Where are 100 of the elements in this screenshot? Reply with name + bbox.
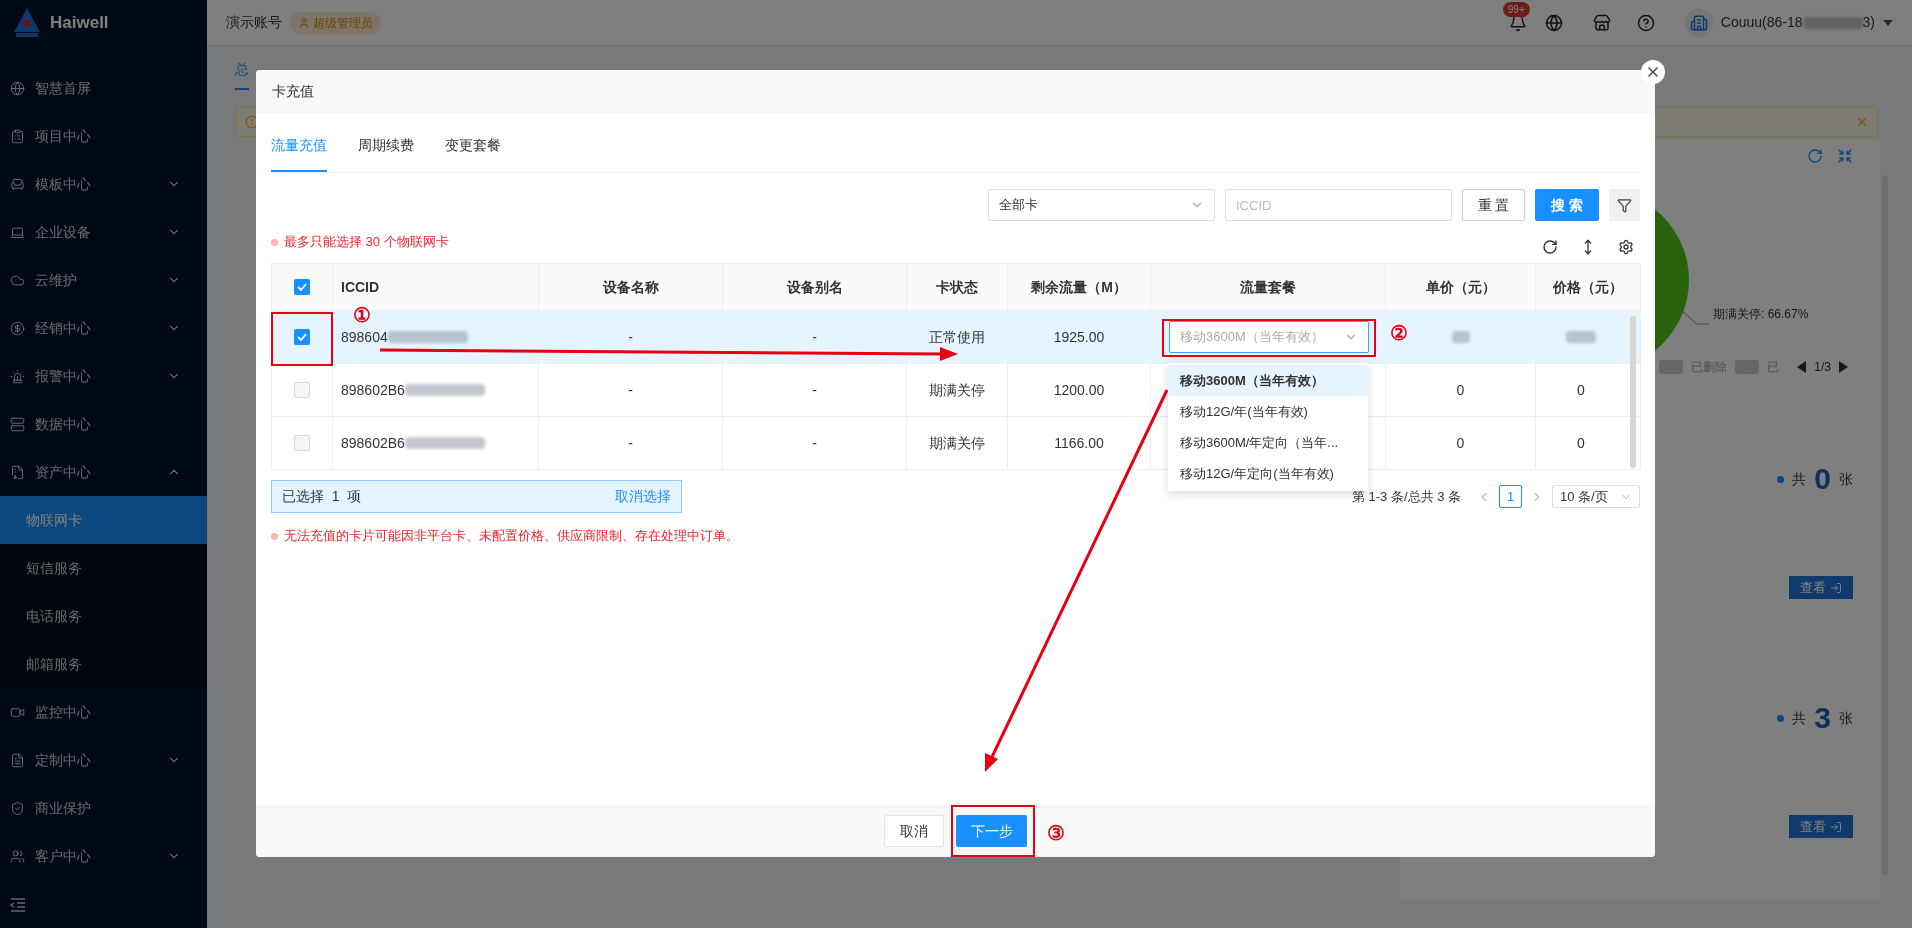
iccid-field[interactable]: ICCID (1225, 189, 1452, 221)
sidebar-item[interactable]: 模板中心 (0, 160, 207, 208)
sidebar-item[interactable]: 商业保护 (0, 784, 207, 832)
step-marker: ③ (1047, 821, 1065, 845)
sidebar-item[interactable]: 经销中心 (0, 304, 207, 352)
next-icon[interactable] (1839, 361, 1848, 373)
table-cell-text: 898602B6 (341, 380, 405, 400)
legend-swatch (1659, 360, 1684, 374)
step-marker: ② (1390, 321, 1408, 345)
user-icon (298, 16, 310, 29)
role-text: 超级管理员 (313, 14, 373, 32)
checkbox[interactable] (294, 382, 310, 398)
checkbox[interactable] (294, 435, 310, 451)
sidebar-item[interactable]: 企业设备 (0, 208, 207, 256)
page-tab[interactable]: 总 (235, 59, 249, 90)
building-icon (1689, 13, 1708, 32)
document-icon (10, 752, 25, 768)
warning-icon (245, 115, 259, 129)
table-cell-text: 0 (1577, 433, 1585, 453)
tab[interactable]: 流量充值 (271, 135, 327, 172)
dialog-title: 卡充值 (272, 82, 314, 101)
sidebar-item[interactable]: 定制中心 (0, 736, 207, 784)
archive-icon (10, 464, 25, 480)
refresh-icon[interactable] (1542, 239, 1558, 255)
notification-badge: 99+ (1502, 1, 1530, 17)
sidebar-subitem[interactable]: 物联网卡 (0, 496, 207, 544)
filter-icon (1617, 197, 1632, 213)
redacted-mark (1566, 331, 1596, 343)
chair-icon (10, 176, 25, 192)
legend-swatch (1735, 360, 1760, 374)
card-type-select[interactable]: 全部卡 (988, 189, 1215, 221)
collapse-icon[interactable] (10, 898, 26, 912)
pie-label: 期满关停: 66.67% (1713, 306, 1809, 323)
view-button[interactable]: 查看 (1789, 815, 1853, 838)
settings-icon[interactable] (1618, 239, 1634, 255)
dropdown-option[interactable]: 移动3600M/年定向（当年... (1168, 427, 1368, 458)
count-unit: 张 (1839, 708, 1853, 728)
logo-icon (14, 8, 40, 38)
checkbox[interactable] (294, 279, 310, 295)
search-button[interactable]: 搜 索 (1535, 189, 1599, 221)
clear-selection-link[interactable]: 取消选择 (615, 486, 671, 507)
check-icon (297, 283, 307, 291)
count-unit: 张 (1839, 469, 1853, 489)
dropdown-option[interactable]: 移动3600M（当年有效） (1168, 365, 1368, 396)
page-button[interactable]: 1 (1499, 485, 1522, 508)
count-prefix: 共 (1792, 469, 1807, 489)
sidebar-item[interactable]: 数据中心 (0, 400, 207, 448)
sidebar-item[interactable]: 项目中心 (0, 112, 207, 160)
scrollbar[interactable] (1630, 316, 1636, 468)
cancel-button[interactable]: 取消 (884, 815, 944, 847)
sidebar-subitem[interactable]: 邮箱服务 (0, 640, 207, 688)
sidebar-subitem[interactable]: 电话服务 (0, 592, 207, 640)
caret-icon[interactable] (1883, 19, 1893, 26)
table-cell-text: 898604 (341, 327, 388, 347)
table-cell-text: 898602B6 (341, 433, 405, 453)
sidebar-item[interactable]: 客户中心 (0, 832, 207, 880)
checkbox[interactable] (294, 329, 310, 345)
user-name-text: Couuu(86-18 (1720, 13, 1803, 32)
table-cell: 期满关停 (907, 417, 1008, 470)
page-size-select[interactable]: 10 条/页 (1552, 485, 1640, 508)
sidebar-subitem[interactable]: 短信服务 (0, 544, 207, 592)
globe-icon[interactable] (1544, 13, 1563, 32)
dropdown-option[interactable]: 移动12G/年定向(当年有效) (1168, 458, 1368, 489)
limit-note: 最多只能选择 30 个物联网卡 (284, 233, 449, 252)
enter-icon (1830, 820, 1842, 833)
sidebar-item[interactable]: 资产中心 (0, 448, 207, 496)
sidebar-item[interactable]: 监控中心 (0, 688, 207, 736)
check-icon (297, 333, 307, 341)
footnote: 无法充值的卡片可能因非平台卡、未配置价格、供应商限制、存在处理中订单。 (284, 527, 739, 546)
filter-button[interactable] (1609, 189, 1640, 221)
shrink-icon[interactable] (1837, 148, 1853, 164)
user-name[interactable]: Couuu(86-18 3) (1720, 12, 1875, 33)
user-name-text: 3) (1862, 13, 1875, 32)
redacted-mark (1451, 331, 1470, 343)
table-cell-text: 0 (1456, 433, 1465, 453)
sidebar-item[interactable]: 云维护 (0, 256, 207, 304)
previous-icon[interactable] (1797, 361, 1807, 373)
globe-icon (10, 80, 25, 96)
view-button[interactable]: 查看 (1789, 576, 1853, 599)
help-icon[interactable] (1636, 13, 1655, 32)
next-button[interactable]: 下一步 (956, 815, 1027, 847)
selection-count: 已选择 1 项 (282, 487, 362, 506)
dropdown-option[interactable]: 移动12G/年(当年有效) (1168, 396, 1368, 427)
siren-icon (10, 368, 25, 384)
tab[interactable]: 周期续费 (358, 135, 414, 172)
server-icon (10, 416, 25, 432)
close-icon (1645, 64, 1661, 80)
reset-button[interactable]: 重 置 (1462, 189, 1525, 221)
pagination-summary: 第 1-3 条/总共 3 条 (1351, 487, 1461, 506)
avatar[interactable] (1684, 8, 1713, 37)
store-icon[interactable] (1592, 13, 1611, 32)
list-icon (10, 128, 25, 144)
tab[interactable]: 变更套餐 (445, 135, 501, 172)
close-icon[interactable] (1855, 115, 1869, 129)
legend-pager: 1/3 (1814, 359, 1831, 376)
sidebar-item[interactable]: 报警中心 (0, 352, 207, 400)
sidebar-item[interactable]: 智慧首屏 (0, 64, 207, 112)
bullet-icon (1777, 475, 1785, 483)
cloud-icon (10, 272, 25, 288)
plan-select[interactable]: 移动3600M（当年有效） (1169, 321, 1369, 353)
